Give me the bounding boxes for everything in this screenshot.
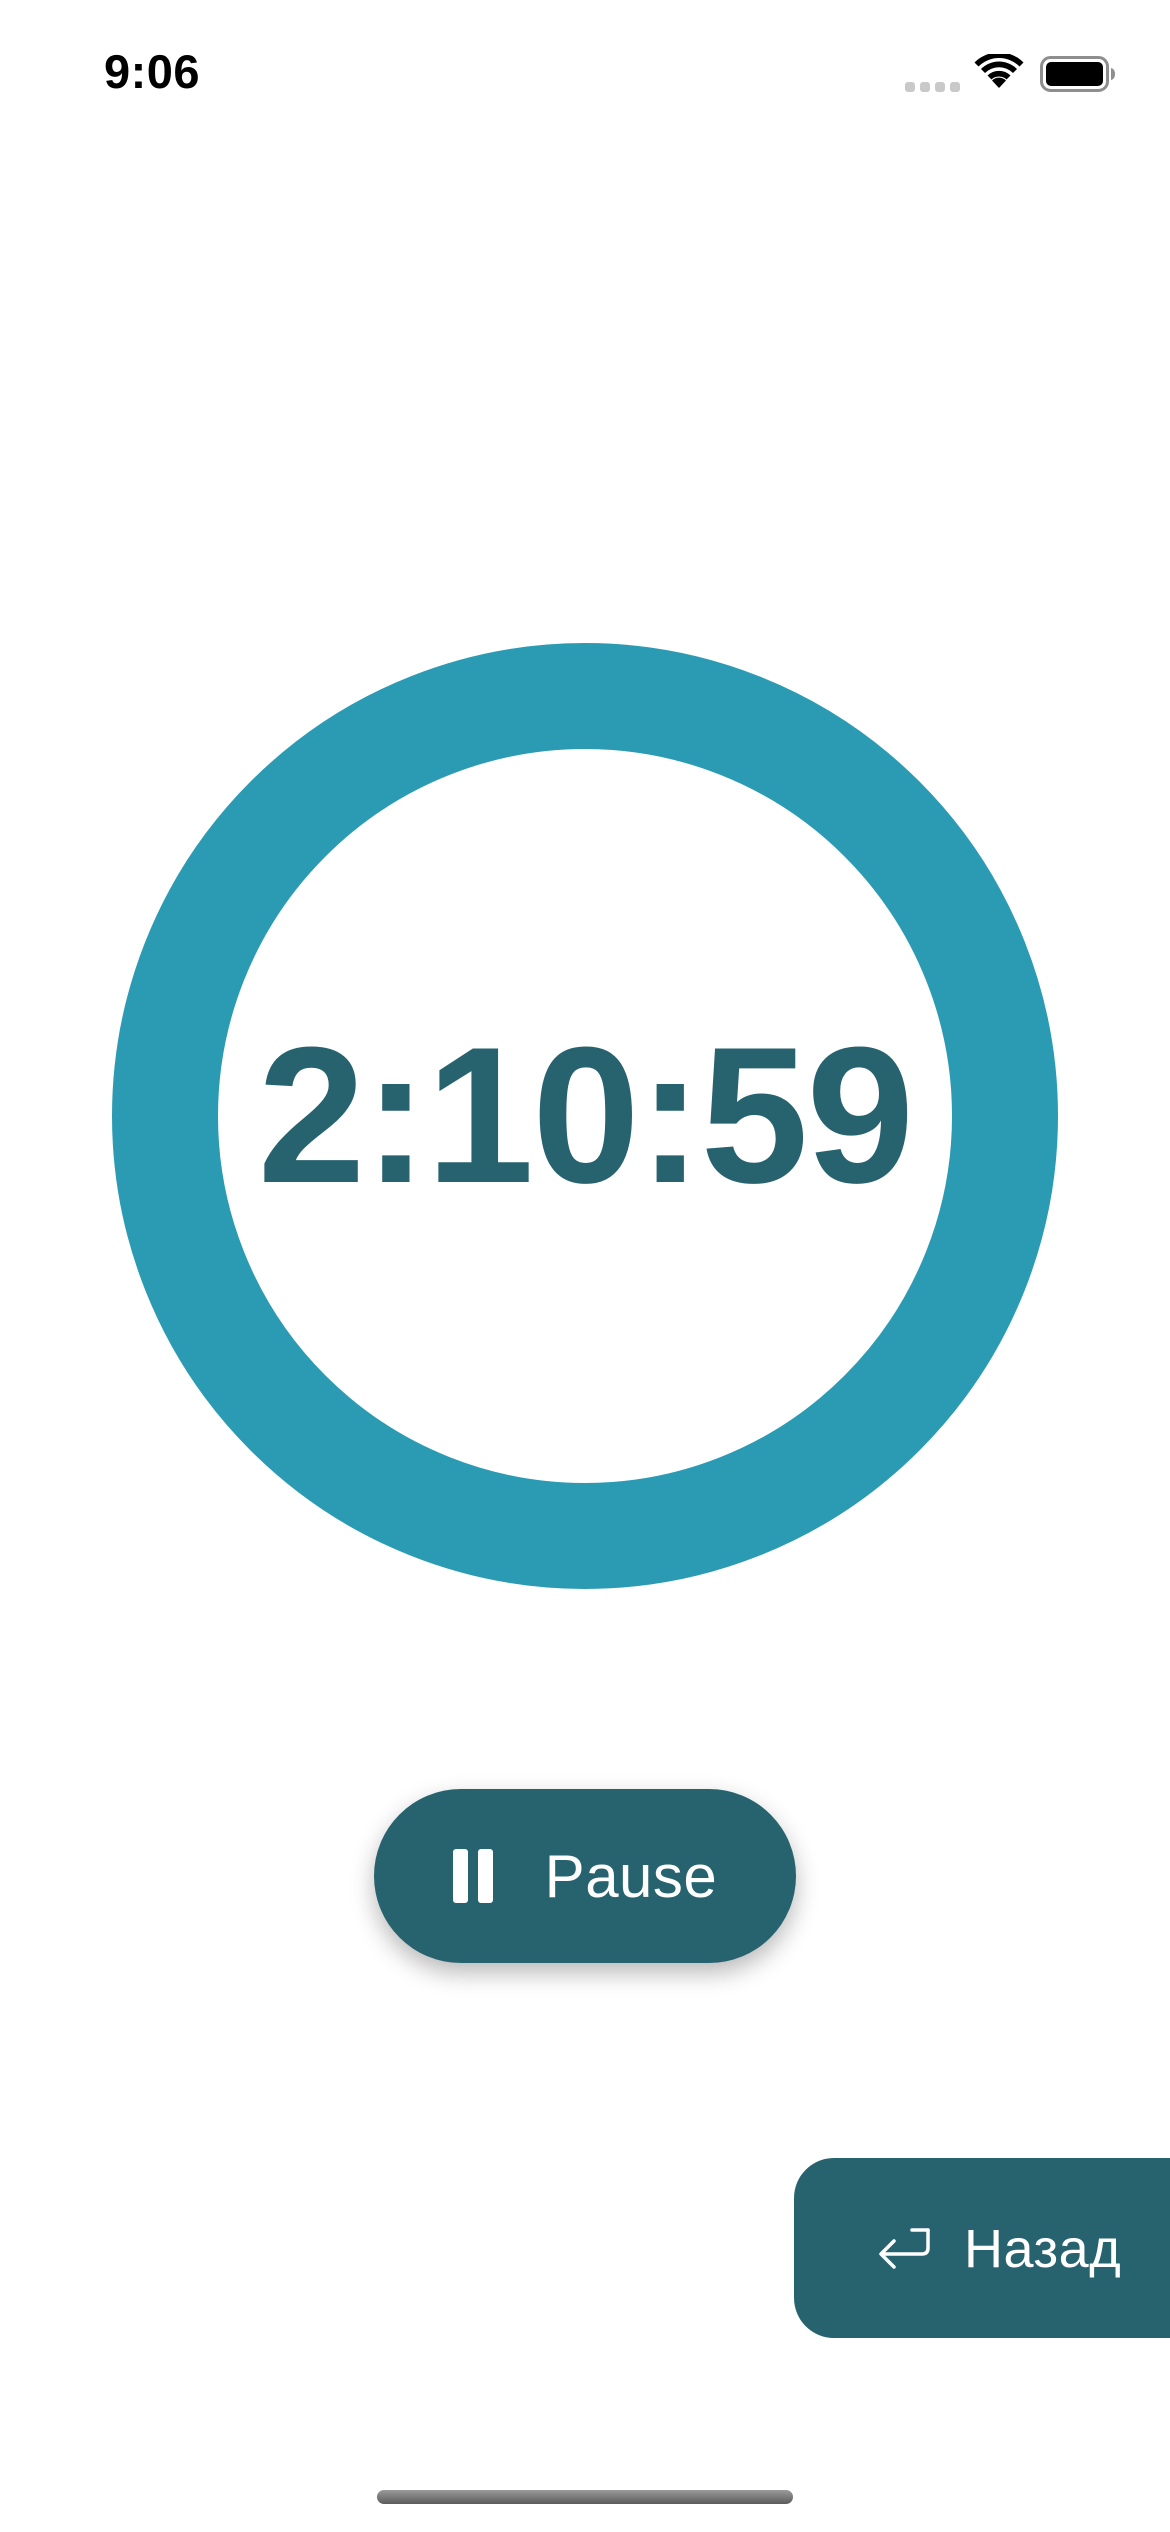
home-indicator[interactable] bbox=[377, 2490, 793, 2504]
battery-icon bbox=[1040, 56, 1115, 92]
timer-display: 2:10:59 bbox=[257, 1007, 915, 1224]
back-button-label: Назад bbox=[964, 2219, 1122, 2279]
back-button[interactable]: Назад bbox=[794, 2158, 1170, 2338]
cellular-signal-icon bbox=[905, 82, 961, 92]
wifi-icon bbox=[974, 54, 1024, 88]
pause-button-label: Pause bbox=[544, 1842, 718, 1910]
return-arrow-icon bbox=[879, 2228, 930, 2269]
pause-button[interactable]: Pause bbox=[374, 1789, 796, 1963]
status-bar: 9:06 bbox=[0, 0, 1170, 140]
status-time: 9:06 bbox=[104, 45, 201, 98]
pause-icon bbox=[452, 1849, 493, 1903]
